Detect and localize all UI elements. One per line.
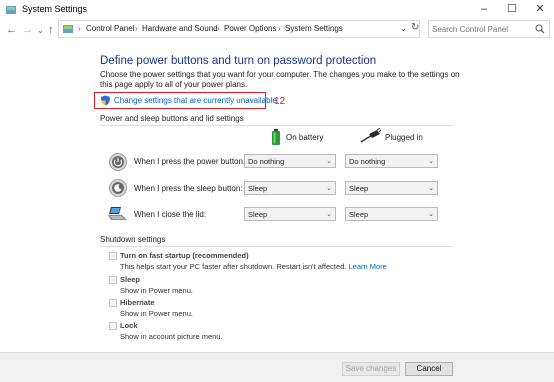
chevron-down-icon: ⌄ <box>326 185 332 192</box>
section-divider <box>100 246 452 247</box>
hibernate-checkbox[interactable] <box>109 299 117 307</box>
refresh-icon[interactable]: ↻ <box>411 22 419 33</box>
select-value: Sleep <box>349 184 369 193</box>
laptop-lid-icon <box>108 207 127 220</box>
column-plugged-in: Plugged in <box>385 133 423 142</box>
chevron-down-icon: ⌄ <box>428 158 434 165</box>
power-button-icon <box>109 153 127 171</box>
control-panel-icon <box>6 6 16 14</box>
maximize-button[interactable]: ☐ <box>502 2 522 16</box>
breadcrumb-separator-icon: › <box>78 24 81 33</box>
breadcrumb-system-settings[interactable]: System Settings <box>285 24 343 33</box>
select-value: Do nothing <box>248 157 285 166</box>
lock-label: Lock <box>120 321 138 330</box>
page-description: Choose the power settings that you want … <box>100 70 460 89</box>
lid-battery-select[interactable]: Sleep ⌄ <box>244 207 336 221</box>
sleep-button-icon <box>109 179 127 197</box>
breadcrumb-hardware-and-sound[interactable]: Hardware and Sound <box>142 24 218 33</box>
battery-icon <box>272 129 280 145</box>
breadcrumb-power-options[interactable]: Power Options <box>224 24 276 33</box>
lid-plugged-select[interactable]: Sleep ⌄ <box>345 207 438 221</box>
fast-startup-description: This helps start your PC faster after sh… <box>120 262 387 271</box>
fast-startup-desc-text: This helps start your PC faster after sh… <box>120 262 347 271</box>
breadcrumb-separator-icon: › <box>278 24 281 33</box>
lock-checkbox[interactable] <box>109 322 117 330</box>
row-label-close-lid: When I close the lid: <box>134 210 207 219</box>
highlight-box <box>94 92 266 109</box>
back-arrow-icon[interactable]: ← <box>6 24 17 36</box>
search-box[interactable] <box>428 20 550 38</box>
recent-dropdown-icon[interactable]: ⌄ <box>37 26 44 35</box>
search-icon[interactable] <box>535 24 545 34</box>
sleep-description: Show in Power menu. <box>120 286 193 295</box>
sleep-button-plugged-select[interactable]: Sleep ⌄ <box>345 181 438 195</box>
select-value: Sleep <box>248 210 268 219</box>
select-value: Do nothing <box>349 157 386 166</box>
plug-icon <box>360 128 381 143</box>
up-arrow-icon[interactable]: ↑ <box>48 24 54 36</box>
forward-arrow-icon[interactable]: → <box>22 24 33 36</box>
chevron-down-icon: ⌄ <box>428 211 434 218</box>
fast-startup-checkbox[interactable] <box>109 252 117 260</box>
address-dropdown-icon[interactable]: ⌄ <box>400 24 407 33</box>
column-on-battery: On battery <box>286 133 324 142</box>
sleep-label: Sleep <box>120 275 141 284</box>
chevron-down-icon: ⌄ <box>326 211 332 218</box>
section-heading-power: Power and sleep buttons and lid settings <box>100 114 244 123</box>
search-input[interactable] <box>432 23 532 35</box>
learn-more-link[interactable]: Learn More <box>349 262 387 271</box>
fast-startup-label: Turn on fast startup (recommended) <box>120 251 249 260</box>
minimize-button[interactable]: – <box>474 2 494 16</box>
control-panel-icon <box>63 25 73 33</box>
section-divider <box>100 125 452 126</box>
breadcrumb-separator-icon: › <box>135 24 138 33</box>
sleep-checkbox[interactable] <box>109 276 117 284</box>
select-value: Sleep <box>248 184 268 193</box>
row-label-sleep-button: When I press the sleep button: <box>134 184 243 193</box>
window-title: System Settings <box>22 4 88 14</box>
lock-description: Show in account picture menu. <box>120 332 223 341</box>
power-button-plugged-select[interactable]: Do nothing ⌄ <box>345 154 438 168</box>
page-title: Define power buttons and turn on passwor… <box>100 55 377 67</box>
select-value: Sleep <box>349 210 369 219</box>
footer-bar <box>0 352 554 382</box>
chevron-down-icon: ⌄ <box>428 185 434 192</box>
power-button-battery-select[interactable]: Do nothing ⌄ <box>244 154 336 168</box>
row-label-power-button: When I press the power button: <box>134 157 246 166</box>
breadcrumb-separator-icon: › <box>217 24 220 33</box>
breadcrumb-control-panel[interactable]: Control Panel <box>86 24 134 33</box>
chevron-down-icon: ⌄ <box>326 158 332 165</box>
close-button[interactable]: ✕ <box>530 2 550 16</box>
hibernate-description: Show in Power menu. <box>120 309 193 318</box>
cancel-button[interactable]: Cancel <box>405 362 453 376</box>
sleep-button-battery-select[interactable]: Sleep ⌄ <box>244 181 336 195</box>
annotation-number: 12 <box>274 96 286 107</box>
section-heading-shutdown: Shutdown settings <box>100 235 166 244</box>
hibernate-label: Hibernate <box>120 298 155 307</box>
save-changes-button[interactable]: Save changes <box>342 362 400 376</box>
